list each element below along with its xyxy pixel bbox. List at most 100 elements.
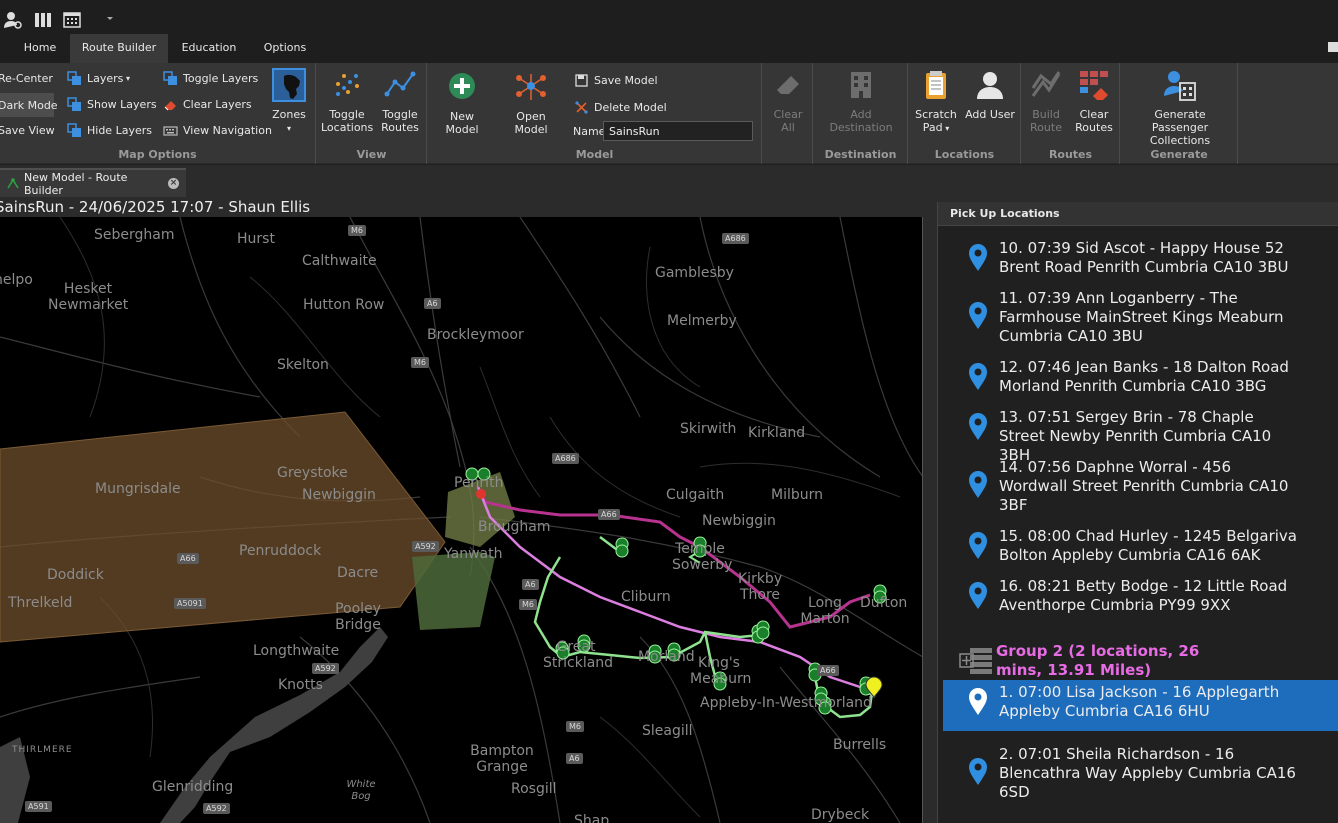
tab-education[interactable]: Education <box>172 34 246 63</box>
view-group-label: View <box>356 148 387 161</box>
show-layers-button[interactable]: Show Layers <box>67 94 157 114</box>
place-label: Dacre <box>337 565 379 581</box>
save-view-button[interactable]: Save View <box>0 120 55 140</box>
quick-access-toolbar <box>0 0 1338 38</box>
customize-dropdown-icon[interactable] <box>104 12 116 24</box>
map-title: SainsRun - 24/06/2025 17:07 - Shaun Elli… <box>0 198 311 216</box>
group-table-icon <box>958 645 994 677</box>
save-model-button[interactable]: Save Model <box>574 70 658 90</box>
recenter-button[interactable]: Re-Center <box>0 68 54 88</box>
ribbon: Re-Center Dark Mode Save View Layers ▾ S… <box>0 63 1338 164</box>
tab-route-builder[interactable]: Route Builder <box>70 34 168 63</box>
clear-all-button[interactable]: Clear All <box>769 68 807 134</box>
place-label: Long Marton <box>800 595 850 627</box>
locations-group-label: Locations <box>934 148 995 161</box>
passenger-building-icon <box>1163 68 1197 102</box>
place-label: Yanwath <box>444 546 503 562</box>
build-route-button[interactable]: Build Route <box>1024 68 1068 134</box>
place-label: White Bog <box>346 779 376 802</box>
view-navigation-button[interactable]: View Navigation <box>163 120 272 140</box>
place-label: Brougham <box>478 519 551 535</box>
place-label: Melmerby <box>667 313 737 329</box>
scatter-dots-icon <box>330 68 364 102</box>
destination-group: Add Destination Destination <box>814 63 908 164</box>
delete-model-button[interactable]: Delete Model <box>574 97 667 117</box>
location-pin-icon <box>968 302 988 330</box>
road-shield: A592 <box>203 803 230 814</box>
road-shield: A591 <box>25 801 52 812</box>
chat-icon[interactable] <box>1328 42 1338 52</box>
clear-routes-button[interactable]: Clear Routes <box>1072 68 1116 134</box>
close-tab-icon[interactable]: × <box>168 178 179 189</box>
list-item[interactable]: 14. 07:56 Daphne Worral - 456 Wordwall S… <box>943 455 1338 515</box>
place-label: Hurst <box>237 231 275 247</box>
keyboard-icon <box>163 123 178 138</box>
list-item-selected[interactable]: 1. 07:00 Lisa Jackson - 16 Applegarth Ap… <box>943 680 1338 731</box>
generate-passenger-collections-button[interactable]: Generate Passenger Collections <box>1125 68 1235 147</box>
save-icon <box>574 73 589 88</box>
dark-mode-button[interactable]: Dark Mode <box>0 93 58 117</box>
place-label: Appleby-In-Westmorland <box>700 695 872 711</box>
show-layers-icon <box>67 96 82 112</box>
location-pin-icon <box>968 532 988 560</box>
tab-options[interactable]: Options <box>252 34 318 63</box>
place-label: Kirkby Thore <box>738 571 783 603</box>
list-item[interactable]: 10. 07:39 Sid Ascot - Happy House 52 Bre… <box>943 236 1338 277</box>
place-label: Skirwith <box>680 421 737 437</box>
pickup-list[interactable]: 10. 07:39 Sid Ascot - Happy House 52 Bre… <box>938 230 1338 823</box>
doc-tab-label: New Model - Route Builder <box>24 170 128 197</box>
group-header[interactable]: Group 2 (2 locations, 26 mins, 13.91 Mil… <box>958 642 1338 680</box>
calendar-icon[interactable] <box>62 10 82 30</box>
place-label: Calthwaite <box>302 253 377 269</box>
hide-layers-icon <box>67 122 82 138</box>
add-destination-button[interactable]: Add Destination <box>818 68 904 134</box>
toggle-layers-button[interactable]: Toggle Layers <box>163 68 258 88</box>
place-label: Newbiggin <box>302 487 376 503</box>
toggle-locations-button[interactable]: Toggle Locations <box>321 68 373 134</box>
list-item[interactable]: 15. 08:00 Chad Hurley - 1245 Belgariva B… <box>943 524 1338 565</box>
view-group: Toggle Locations Toggle Routes View <box>317 63 427 164</box>
place-label: THIRLMERE <box>12 745 73 755</box>
place-label: Morland <box>638 649 695 665</box>
list-item[interactable]: 2. 07:01 Sheila Richardson - 16 Blencath… <box>943 742 1338 802</box>
user-settings-icon[interactable] <box>3 10 23 30</box>
zones-dropdown[interactable]: Zones ▾ <box>270 68 308 135</box>
map-canvas[interactable] <box>0 217 923 823</box>
generate-group: Generate Passenger Collections Generate <box>1121 63 1238 164</box>
place-label: Rosgill <box>511 781 557 797</box>
eraser-icon <box>163 97 178 112</box>
doc-tab-route-builder[interactable]: New Model - Route Builder × <box>0 168 186 197</box>
place-label: Threlkeld <box>8 595 73 611</box>
toggle-routes-button[interactable]: Toggle Routes <box>377 68 423 134</box>
list-item[interactable]: 12. 07:46 Jean Banks - 18 Dalton Road Mo… <box>943 355 1338 396</box>
document-tabbar: New Model - Route Builder × <box>0 165 1338 197</box>
road-shield: A6 <box>424 298 441 309</box>
layers-dropdown[interactable]: Layers ▾ <box>67 68 130 88</box>
building-icon <box>844 68 878 102</box>
place-label: Doddick <box>47 567 104 583</box>
scratch-pad-dropdown[interactable]: Scratch Pad ▾ <box>913 68 959 135</box>
clear-layers-button[interactable]: Clear Layers <box>163 94 252 114</box>
open-model-button[interactable]: Open Model <box>500 70 562 136</box>
columns-icon[interactable] <box>33 10 53 30</box>
hide-layers-button[interactable]: Hide Layers <box>67 120 152 140</box>
model-name-input[interactable]: SainsRun <box>603 121 753 141</box>
road-shield: A66 <box>177 553 199 564</box>
list-item[interactable]: 11. 07:39 Ann Loganberry - The Farmhouse… <box>943 286 1338 346</box>
place-label: Cliburn <box>621 589 671 605</box>
route-line-icon <box>383 68 417 102</box>
place-label: King's Meaburn <box>690 655 752 687</box>
list-item[interactable]: 16. 08:21 Betty Bodge - 12 Little Road A… <box>943 574 1338 615</box>
place-label: helpo <box>0 272 33 288</box>
tab-home[interactable]: Home <box>12 34 68 63</box>
eraser-disabled-icon <box>771 68 805 102</box>
place-label: Shap <box>574 813 610 823</box>
place-label: Hesket Newmarket <box>48 281 129 313</box>
new-model-button[interactable]: New Model <box>434 70 490 136</box>
road-shield: A6 <box>522 579 539 590</box>
build-route-icon <box>1029 68 1063 102</box>
map-options-group: Re-Center Dark Mode Save View Layers ▾ S… <box>0 63 316 164</box>
add-user-button[interactable]: Add User <box>965 68 1015 121</box>
clear-routes-icon <box>1077 68 1111 102</box>
route-map[interactable]: Sebergham Hurst Calthwaite Gamblesby Hes… <box>0 217 923 823</box>
